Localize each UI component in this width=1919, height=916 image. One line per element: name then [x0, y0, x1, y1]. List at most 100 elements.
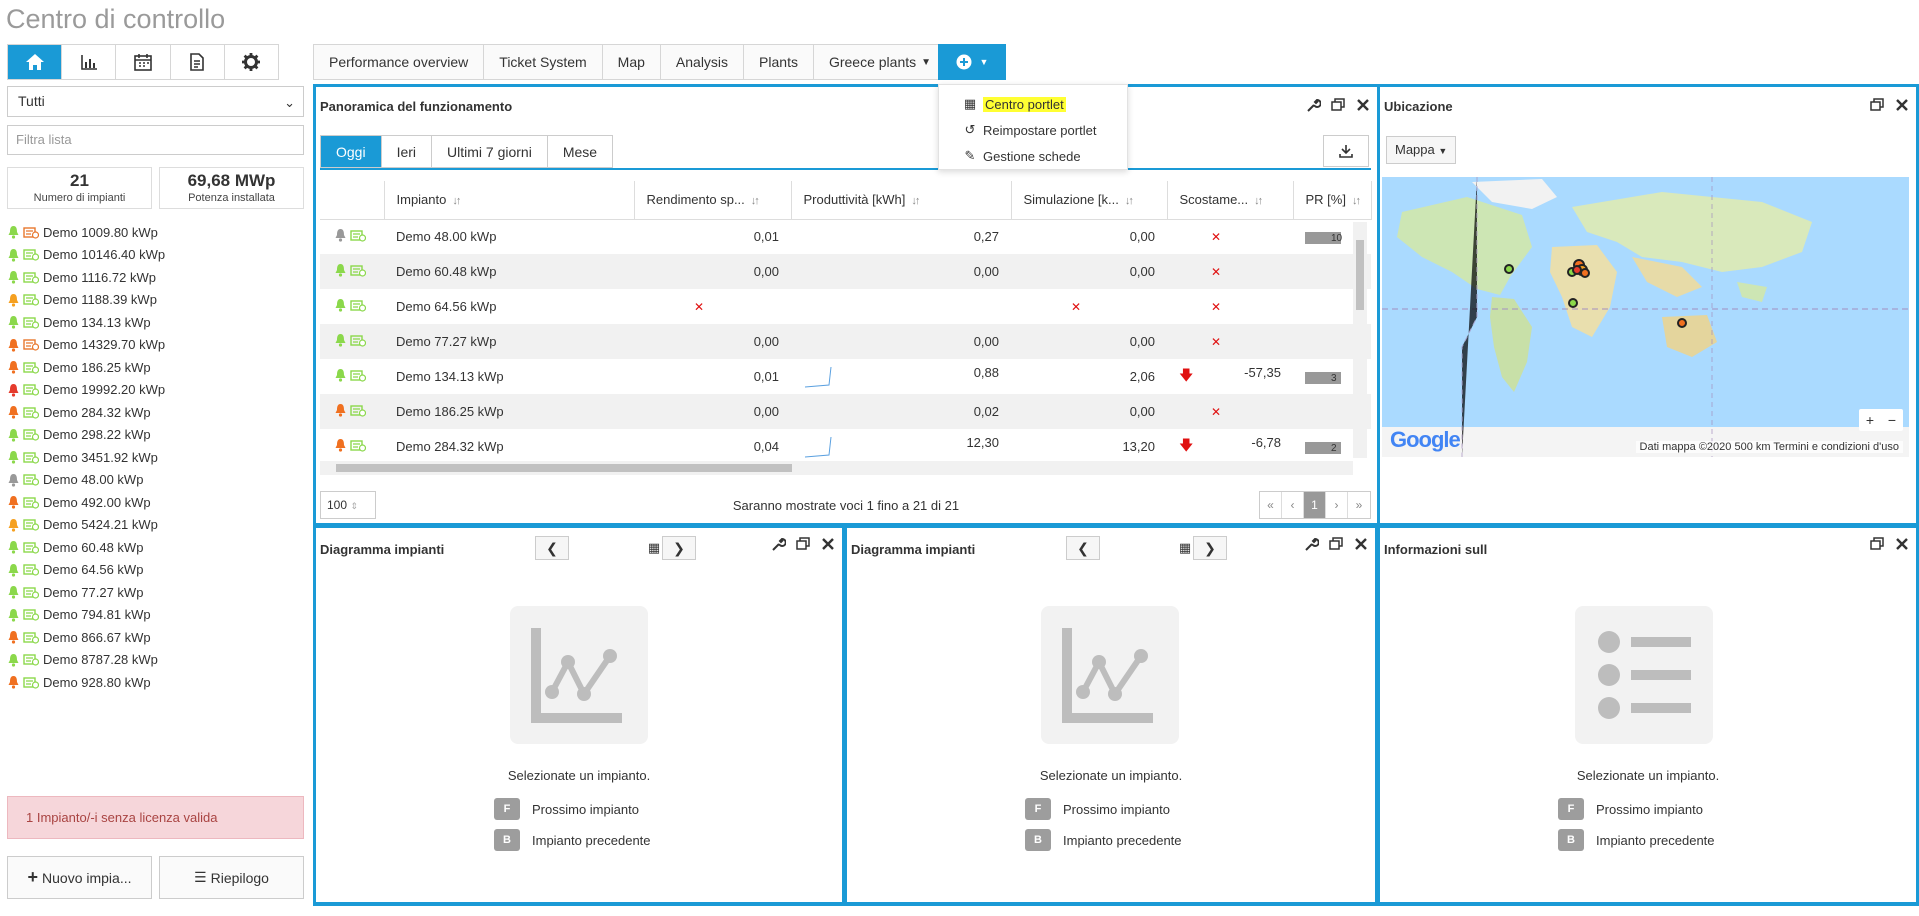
- deviation-value: -6,78: [1251, 434, 1281, 450]
- horizontal-scrollbar[interactable]: [320, 461, 1353, 475]
- plant-list-item[interactable]: Demo 866.67 kWp: [7, 626, 302, 649]
- analysis-button[interactable]: [62, 45, 117, 79]
- plant-list-item[interactable]: Demo 64.56 kWp: [7, 559, 302, 582]
- overview-table: Impianto ↓↑ Rendimento sp... ↓↑ Produttivi…: [320, 181, 1372, 464]
- restore-window-icon[interactable]: [1869, 97, 1885, 113]
- new-plant-button[interactable]: + Nuovo impia...: [7, 856, 152, 899]
- status-cell: [320, 289, 384, 324]
- restore-window-icon[interactable]: [1869, 536, 1885, 552]
- plant-list-item[interactable]: Demo 1188.39 kWp: [7, 289, 302, 312]
- plant-list-item[interactable]: Demo 3451.92 kWp: [7, 446, 302, 469]
- close-icon[interactable]: [820, 536, 836, 552]
- page-next[interactable]: ›: [1326, 492, 1348, 518]
- plant-list-item[interactable]: Demo 8787.28 kWp: [7, 649, 302, 672]
- plant-name: Demo 134.13 kWp: [43, 314, 151, 330]
- zoom-out-button[interactable]: −: [1881, 409, 1903, 431]
- zoom-in-button[interactable]: +: [1859, 409, 1881, 431]
- plant-list-item[interactable]: Demo 77.27 kWp: [7, 581, 302, 604]
- table-row[interactable]: Demo 64.56 kWp ✕ ✕ ✕: [320, 289, 1371, 324]
- page-current[interactable]: 1: [1304, 492, 1326, 518]
- scroll-thumb[interactable]: [1356, 240, 1364, 310]
- close-icon[interactable]: [1353, 536, 1369, 552]
- inverter-icon: [23, 317, 39, 329]
- plant-name: Demo 60.48 kWp: [43, 539, 144, 555]
- add-tab-button[interactable]: ▼: [938, 44, 1006, 80]
- plant-list-item[interactable]: Demo 1116.72 kWp: [7, 266, 302, 289]
- header-plant[interactable]: Impianto ↓↑: [384, 181, 635, 220]
- header-pr[interactable]: PR [%] ↓↑: [1293, 181, 1372, 220]
- report-button[interactable]: [170, 45, 225, 79]
- table-row[interactable]: Demo 60.48 kWp 0,00 0,00 0,00 ✕: [320, 254, 1372, 289]
- menu-item-portlet-center[interactable]: ▦ Centro portlet: [939, 91, 1127, 117]
- tab-performance-overview[interactable]: Performance overview: [314, 45, 485, 79]
- plant-list-item[interactable]: Demo 48.00 kWp: [7, 469, 302, 492]
- settings-button[interactable]: [224, 45, 279, 79]
- tab-analysis[interactable]: Analysis: [660, 45, 745, 79]
- prev-period-button[interactable]: ❮: [535, 536, 569, 560]
- page-prev[interactable]: ‹: [1282, 492, 1304, 518]
- close-icon[interactable]: [1355, 97, 1371, 113]
- wrench-icon[interactable]: [1303, 536, 1319, 552]
- tab-map[interactable]: Map: [602, 45, 661, 79]
- header-simulation[interactable]: Simulazione [k... ↓↑: [1011, 181, 1168, 220]
- table-row[interactable]: Demo 77.27 kWp 0,00 0,00 0,00 ✕: [320, 324, 1372, 359]
- scroll-thumb[interactable]: [336, 464, 792, 472]
- tab-last-7-days[interactable]: Ultimi 7 giorni: [432, 136, 548, 167]
- download-button[interactable]: [1323, 135, 1369, 167]
- tab-month[interactable]: Mese: [548, 136, 612, 167]
- close-icon[interactable]: [1894, 536, 1910, 552]
- plant-list-item[interactable]: Demo 284.32 kWp: [7, 401, 302, 424]
- header-yield[interactable]: Rendimento sp... ↓↑: [634, 181, 792, 220]
- header-productivity[interactable]: Produttività [kWh] ↓↑: [791, 181, 1012, 220]
- plant-list-item[interactable]: Demo 60.48 kWp: [7, 536, 302, 559]
- pr-value: 2: [1331, 443, 1337, 454]
- tab-greece-plants[interactable]: Greece plants ▼: [813, 45, 947, 79]
- table-row[interactable]: Demo 134.13 kWp 0,01 0,88 2,06 🡇 -57,35 3: [320, 359, 1371, 394]
- filter-list-input[interactable]: Filtra lista: [7, 125, 304, 155]
- plant-count-stat: 21 Numero di impianti: [7, 167, 152, 209]
- next-plant-label: Prossimo impianto: [532, 801, 639, 817]
- table-row[interactable]: Demo 186.25 kWp 0,00 0,02 0,00 ✕: [320, 394, 1372, 429]
- plant-list-item[interactable]: Demo 492.00 kWp: [7, 491, 302, 514]
- close-icon[interactable]: [1894, 97, 1910, 113]
- bell-icon: [8, 518, 19, 532]
- calendar-button[interactable]: [116, 45, 171, 79]
- plant-list-item[interactable]: Demo 134.13 kWp: [7, 311, 302, 334]
- plant-list-item[interactable]: Demo 298.22 kWp: [7, 424, 302, 447]
- plant-list-item[interactable]: Demo 5424.21 kWp: [7, 514, 302, 537]
- page-first[interactable]: «: [1260, 492, 1282, 518]
- plant-list-item[interactable]: Demo 19992.20 kWp: [7, 379, 302, 402]
- map-type-button[interactable]: Mappa ▼: [1386, 136, 1457, 164]
- plant-list-item[interactable]: Demo 186.25 kWp: [7, 356, 302, 379]
- tab-ticket-system[interactable]: Ticket System: [484, 45, 603, 79]
- prev-period-button[interactable]: ❮: [1066, 536, 1100, 560]
- menu-item-manage-tabs[interactable]: ✎ Gestione schede: [939, 143, 1127, 169]
- vertical-scrollbar[interactable]: [1353, 222, 1367, 458]
- plant-list-item[interactable]: Demo 928.80 kWp: [7, 671, 302, 694]
- map-attribution[interactable]: Dati mappa ©2020 500 km Termini e condiz…: [1635, 441, 1903, 453]
- wrench-icon[interactable]: [1305, 97, 1321, 113]
- restore-window-icon[interactable]: [1328, 536, 1344, 552]
- world-map[interactable]: Google Dati mappa ©2020 500 km Termini e…: [1382, 177, 1909, 457]
- menu-item-reset-portlet[interactable]: ↺ Reimpostare portlet: [939, 117, 1127, 143]
- header-deviation[interactable]: Scostame... ↓↑: [1167, 181, 1294, 220]
- bell-icon: [8, 631, 19, 644]
- summary-button[interactable]: ☰ Riepilogo: [159, 856, 304, 899]
- page-last[interactable]: »: [1348, 492, 1370, 518]
- next-period-button[interactable]: ❯: [662, 536, 696, 560]
- plant-list-item[interactable]: Demo 14329.70 kWp: [7, 334, 302, 357]
- plant-list-item[interactable]: Demo 10146.40 kWp: [7, 244, 302, 267]
- tab-today[interactable]: Oggi: [321, 136, 382, 167]
- plant-list-item[interactable]: Demo 794.81 kWp: [7, 604, 302, 627]
- restore-window-icon[interactable]: [795, 536, 811, 552]
- restore-window-icon[interactable]: [1330, 97, 1346, 113]
- tab-yesterday[interactable]: Ieri: [382, 136, 433, 167]
- next-period-button[interactable]: ❯: [1193, 536, 1227, 560]
- plant-group-select[interactable]: Tutti ⌄: [7, 86, 304, 117]
- table-row[interactable]: Demo 284.32 kWp 0,04 12,30 13,20 🡇 -6,78 2: [320, 429, 1371, 464]
- wrench-icon[interactable]: [770, 536, 786, 552]
- home-button[interactable]: [8, 45, 63, 79]
- plant-list-item[interactable]: Demo 1009.80 kWp: [7, 221, 302, 244]
- table-row[interactable]: Demo 48.00 kWp 0,01 0,27 0,00 ✕ 10: [320, 219, 1371, 254]
- tab-plants[interactable]: Plants: [744, 45, 814, 79]
